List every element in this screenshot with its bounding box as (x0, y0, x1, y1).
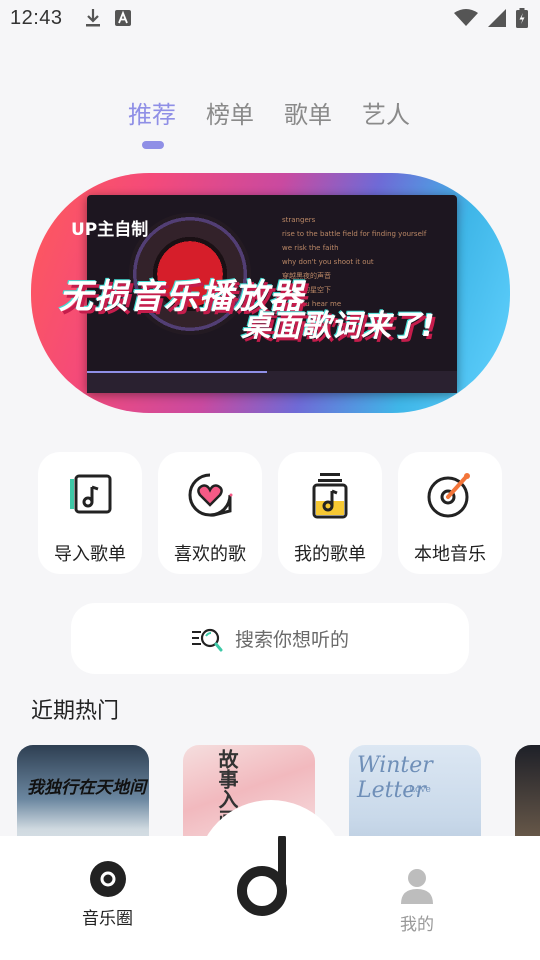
my-playlists-button[interactable]: 我的歌单 (278, 452, 382, 574)
profile-icon (401, 869, 433, 904)
local-music-disc-icon (427, 473, 470, 518)
download-icon (85, 9, 100, 27)
favorite-heart-icon (188, 473, 233, 517)
wifi-icon (454, 9, 478, 26)
nav-profile[interactable]: 我的 (400, 868, 434, 935)
nav-music-circle-label: 音乐圈 (82, 909, 133, 929)
banner-player-bar (87, 371, 457, 393)
tab-recommend[interactable]: 推荐 (128, 95, 176, 130)
recent-section-title: 近期热门 (31, 699, 120, 724)
tab-indicator (142, 141, 164, 149)
signal-icon (488, 9, 506, 27)
tab-charts[interactable]: 榜单 (206, 95, 254, 130)
app-logo-button[interactable] (236, 834, 292, 920)
quick-actions: 导入歌单 喜欢的歌 我的歌单 本地音乐 (38, 452, 502, 574)
banner-badge: UP主自制 (71, 220, 149, 240)
search-bar[interactable]: 搜索你想听的 (71, 603, 469, 674)
search-icon (191, 628, 223, 651)
cover-subtitle: Love (409, 785, 431, 795)
favorite-songs-label: 喜欢的歌 (174, 544, 246, 565)
nav-profile-label: 我的 (400, 915, 434, 935)
my-playlist-icon (312, 473, 348, 519)
local-music-button[interactable]: 本地音乐 (398, 452, 502, 574)
app-logo-icon (237, 834, 287, 916)
promo-banner[interactable]: strangers rise to the battle field for f… (31, 173, 510, 413)
music-circle-icon (89, 861, 126, 897)
nav-music-circle[interactable]: 音乐圈 (82, 860, 133, 929)
banner-progress (87, 371, 267, 373)
cover-title: 我独行在天地间 (27, 778, 146, 798)
tab-artists[interactable]: 艺人 (362, 95, 410, 130)
cover-title: Winter Letter (357, 753, 433, 803)
status-bar: 12:43 (0, 0, 540, 36)
favorite-songs-button[interactable]: 喜欢的歌 (158, 452, 262, 574)
import-playlist-button[interactable]: 导入歌单 (38, 452, 142, 574)
search-placeholder: 搜索你想听的 (234, 629, 349, 651)
my-playlists-label: 我的歌单 (294, 544, 366, 565)
battery-icon (516, 8, 528, 28)
import-playlist-label: 导入歌单 (54, 544, 126, 565)
a-notification-icon (114, 10, 131, 26)
local-music-label: 本地音乐 (414, 544, 486, 565)
banner-subheadline: 桌面歌词来了! (241, 309, 435, 344)
status-time: 12:43 (10, 6, 63, 29)
lyric-line: strangers (282, 216, 316, 224)
lyric-line: why don't you shoot it out (282, 258, 374, 266)
lyric-line: we risk the faith (282, 244, 339, 252)
import-playlist-icon (70, 474, 112, 514)
tab-playlists[interactable]: 歌单 (284, 95, 332, 130)
top-tabs: 推荐 榜单 歌单 艺人 (128, 95, 410, 130)
lyric-line: rise to the battle field for finding you… (282, 230, 427, 238)
